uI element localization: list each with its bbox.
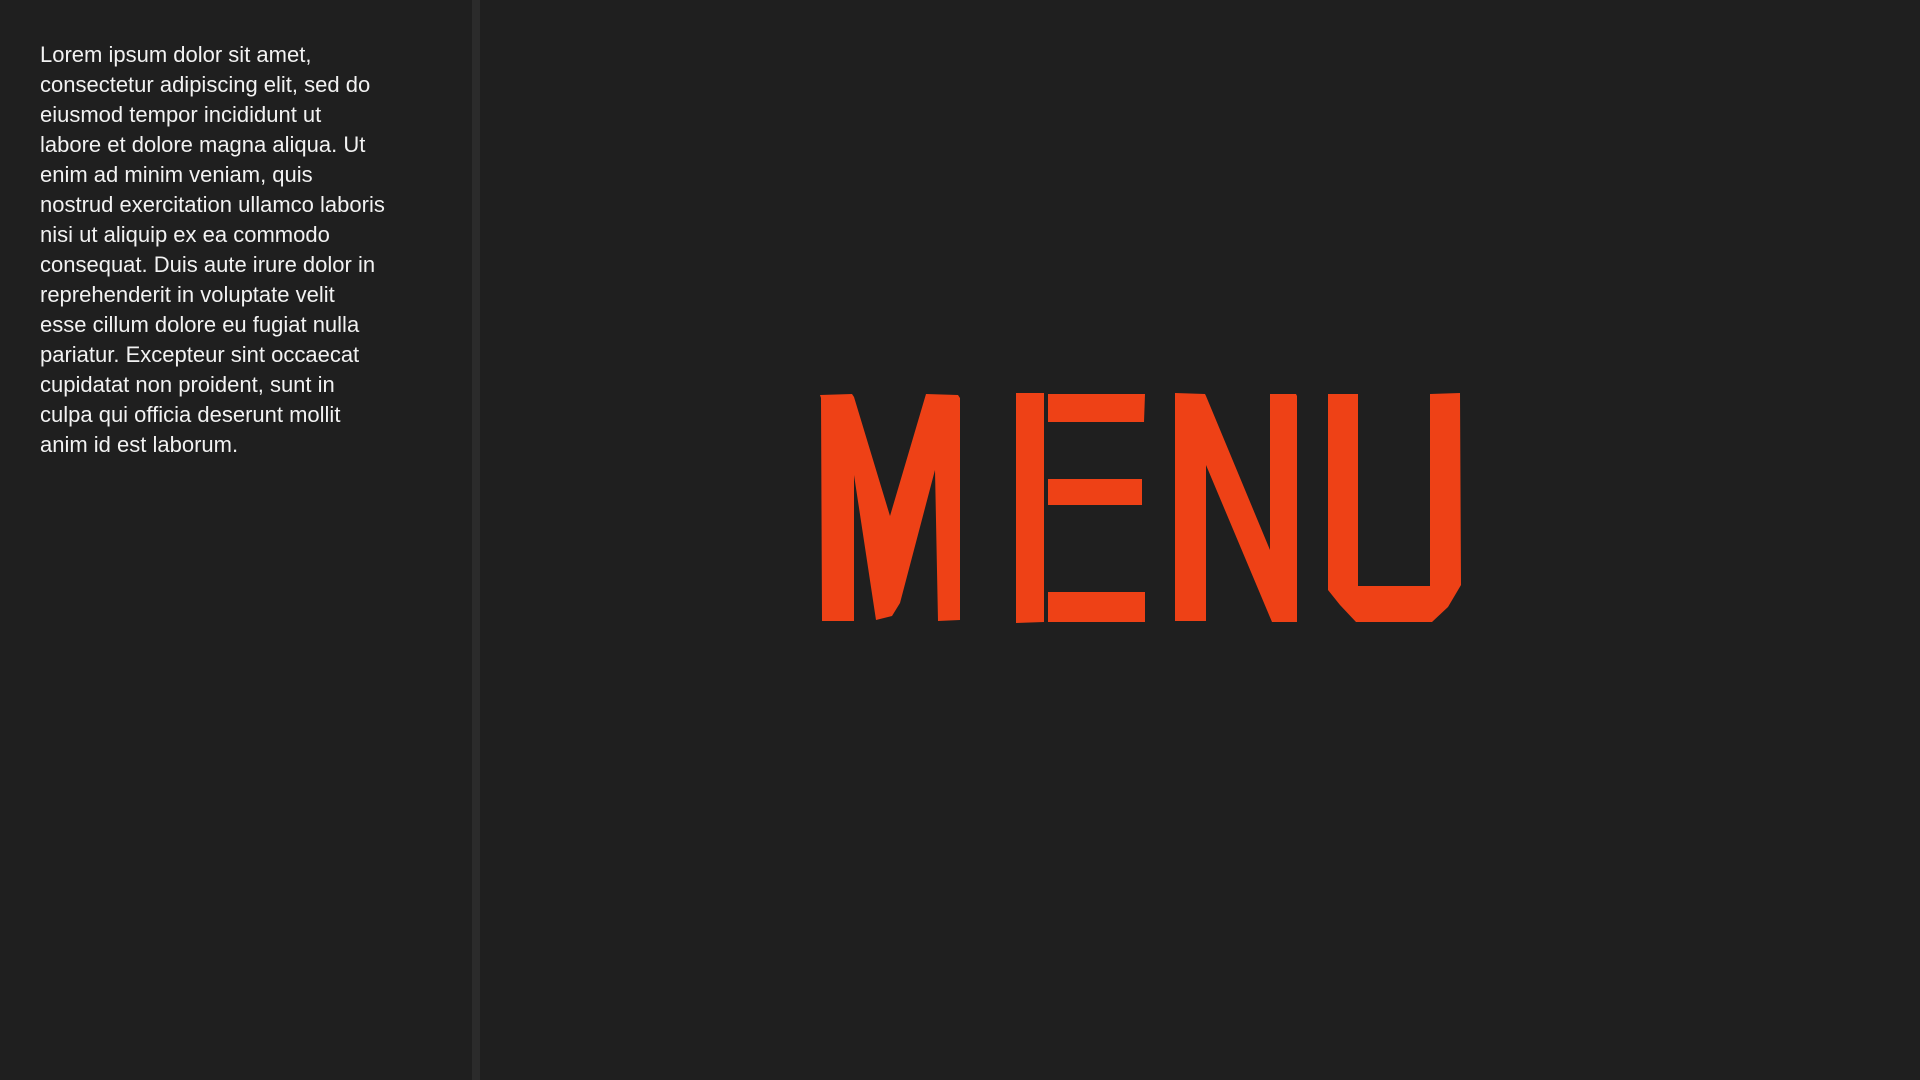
page: Lorem ipsum dolor sit amet, consectetur …: [0, 0, 1920, 1080]
menu-letter-n: [1175, 393, 1297, 622]
menu-letter-u: [1328, 393, 1461, 622]
main-area: MENU: [480, 0, 1920, 1080]
menu-title[interactable]: MENU: [820, 390, 1920, 635]
sidebar-paragraph: Lorem ipsum dolor sit amet, consectetur …: [40, 42, 385, 457]
menu-logo-graphic: [820, 393, 1461, 623]
menu-letter-e: [1016, 393, 1145, 623]
menu-letter-m: [820, 394, 960, 621]
sidebar: Lorem ipsum dolor sit amet, consectetur …: [0, 0, 472, 1080]
sidebar-divider[interactable]: [472, 0, 480, 1080]
